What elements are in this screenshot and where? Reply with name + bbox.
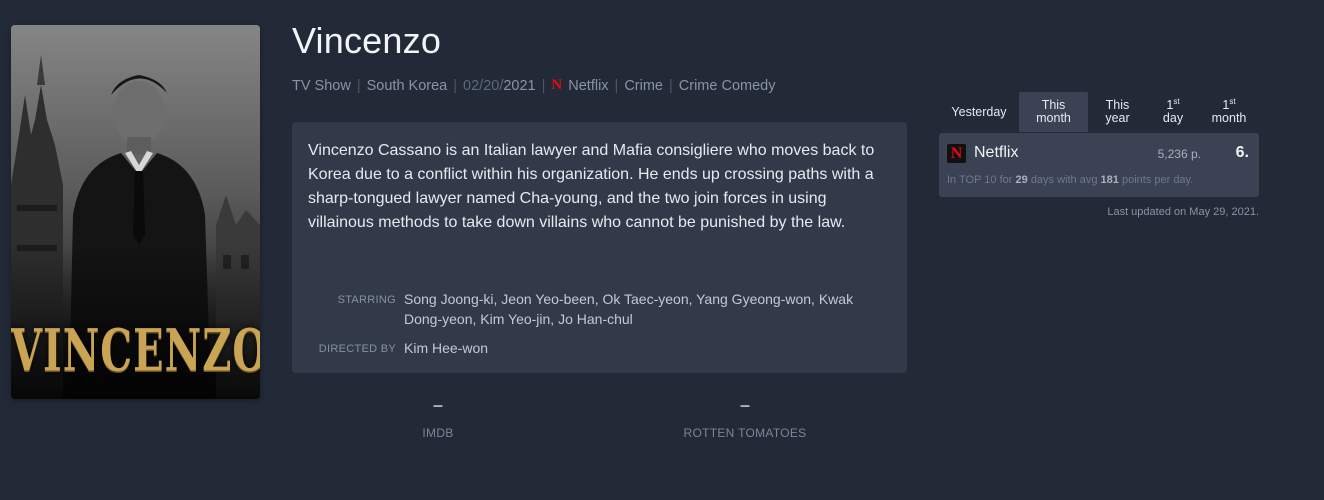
imdb-rating[interactable]: – IMDB: [398, 395, 478, 440]
directed-label: DIRECTED BY: [318, 343, 396, 355]
rotten-tomatoes-score: –: [739, 395, 750, 415]
rotten-tomatoes-rating[interactable]: – ROTTEN TOMATOES: [674, 395, 816, 440]
ranking-detail: In TOP 10 for 29 days with avg 181 point…: [947, 174, 1193, 186]
synopsis-card: Vincenzo Cassano is an Italian lawyer an…: [292, 122, 907, 373]
ranking-card[interactable]: N Netflix 5,236 p. 6. In TOP 10 for 29 d…: [939, 133, 1259, 197]
meta-separator: |: [669, 77, 673, 94]
meta-genre-crime[interactable]: Crime: [624, 78, 663, 94]
tab-yesterday[interactable]: Yesterday: [939, 92, 1019, 132]
tab-this-month-line2: month: [1036, 111, 1071, 125]
tab-first-day[interactable]: 1st day: [1147, 92, 1199, 132]
ranking-avg-points: 181: [1100, 174, 1119, 186]
meta-genre-crime-comedy[interactable]: Crime Comedy: [679, 78, 776, 94]
period-tabs: Yesterday This month This year 1st day 1…: [939, 92, 1259, 132]
meta-separator: |: [614, 77, 619, 94]
tab-first-day-suffix: st: [1173, 96, 1180, 106]
page-title: Vincenzo: [292, 20, 442, 61]
poster-title-text: VINCENZO: [11, 317, 260, 386]
meta-line: TV Show | South Korea | 02/20/2021 | N N…: [292, 77, 775, 94]
ranking-days: 29: [1015, 174, 1028, 186]
starring-row: STARRING Song Joong-ki, Jeon Yeo-been, O…: [292, 289, 892, 329]
ranking-detail-prefix: In TOP 10 for: [947, 174, 1013, 186]
meta-type[interactable]: TV Show: [292, 78, 351, 94]
tab-this-month[interactable]: This month: [1019, 92, 1088, 132]
netflix-logo-icon: N: [947, 144, 966, 163]
title-detail-page: VINCENZO Vincenzo TV Show | South Korea …: [0, 0, 1324, 500]
starring-label: STARRING: [337, 294, 396, 306]
poster-image: VINCENZO: [11, 25, 260, 399]
ranking-service-name: Netflix: [974, 144, 1019, 161]
meta-date-year[interactable]: 2021: [503, 78, 535, 94]
meta-separator: |: [356, 77, 361, 94]
starring-list[interactable]: Song Joong-ki, Jeon Yeo-been, Ok Taec-ye…: [404, 289, 892, 329]
tab-first-day-line2: day: [1162, 111, 1184, 125]
tab-yesterday-label: Yesterday: [951, 104, 1007, 119]
rotten-tomatoes-label: ROTTEN TOMATOES: [683, 426, 807, 440]
tab-this-year-line2: year: [1105, 111, 1130, 125]
meta-country[interactable]: South Korea: [367, 78, 448, 94]
ranking-detail-mid: days with avg: [1030, 174, 1098, 186]
tab-first-month-line2: month: [1211, 111, 1247, 125]
meta-service[interactable]: Netflix: [568, 78, 608, 94]
meta-date-prefix: 02/20/: [463, 77, 504, 94]
last-updated: Last updated on May 29, 2021.: [1107, 206, 1259, 218]
ranking-position: 6.: [1235, 144, 1249, 161]
meta-separator: |: [453, 77, 458, 94]
directed-row: DIRECTED BY Kim Hee-won: [292, 338, 892, 359]
ranking-detail-suffix: points per day.: [1121, 174, 1194, 186]
director-name[interactable]: Kim Hee-won: [404, 338, 892, 359]
ranking-points: 5,236 p.: [1157, 147, 1201, 161]
synopsis-text: Vincenzo Cassano is an Italian lawyer an…: [308, 142, 875, 231]
netflix-icon: N: [551, 77, 563, 93]
tab-first-month-suffix: st: [1229, 96, 1236, 106]
meta-separator: |: [541, 77, 546, 94]
imdb-score: –: [432, 395, 443, 415]
tab-this-year[interactable]: This year: [1088, 92, 1147, 132]
tab-first-month[interactable]: 1st month: [1199, 92, 1259, 132]
imdb-label: IMDB: [422, 426, 454, 440]
